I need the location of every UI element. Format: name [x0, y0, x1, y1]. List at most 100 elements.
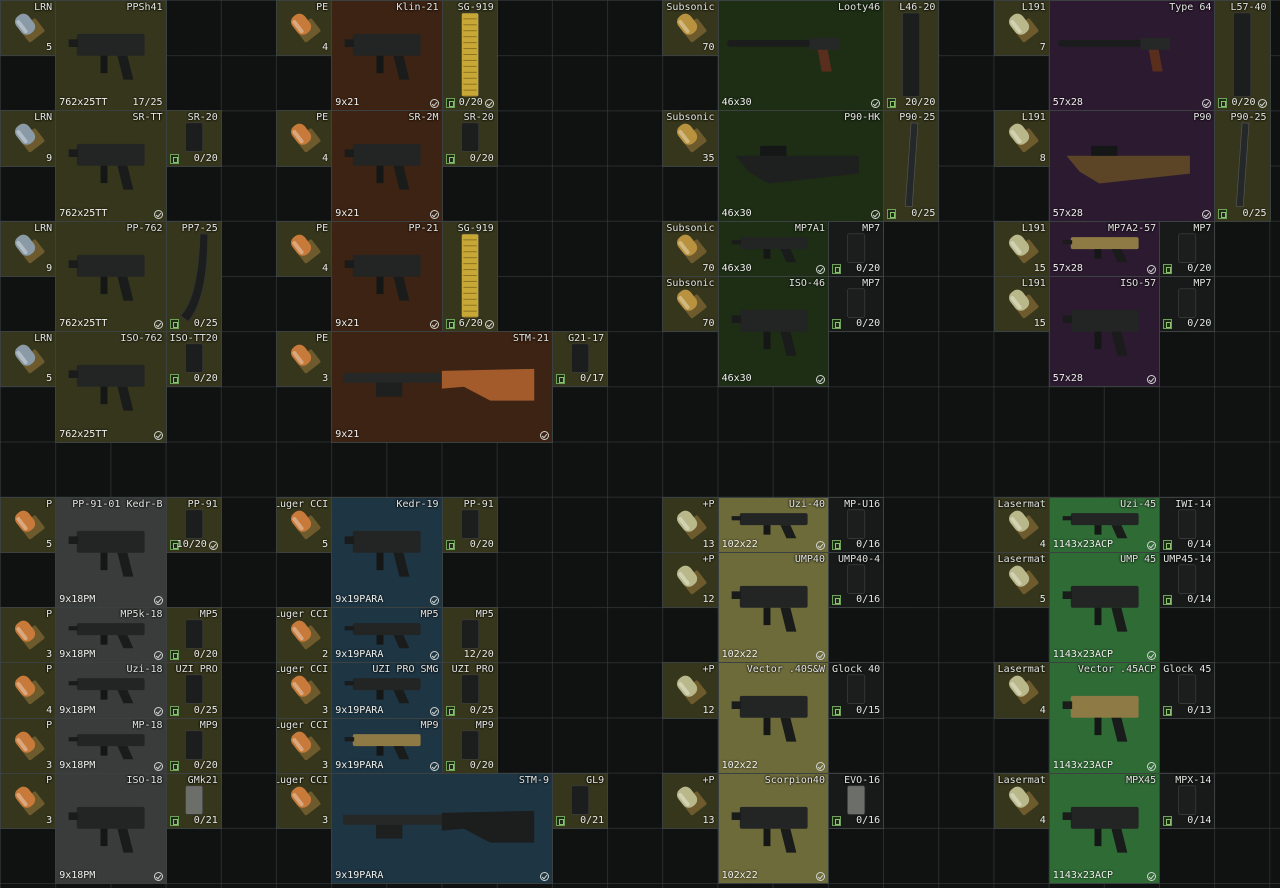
item-mp7a2-57[interactable]: MP7A2-57 57x28	[1048, 220, 1161, 277]
item-pp-91-01[interactable]: PP-91-01 Kedr-B 9x18PM	[55, 496, 167, 609]
item-pp7-25[interactable]: PP7-25 0/25	[165, 220, 222, 333]
item-vector-45[interactable]: Vector .45ACP 1143x23ACP	[1048, 662, 1161, 774]
item-sg-919-1[interactable]: SG-919 0/20	[441, 0, 498, 112]
item-lasermat-1[interactable]: Lasermat 4	[993, 496, 1050, 553]
item-subsonic-1[interactable]: Subsonic 70	[662, 0, 719, 57]
item-mp7-3[interactable]: MP7 0/20	[828, 276, 885, 333]
item-l191-3[interactable]: L191 15	[993, 220, 1050, 277]
item-p90-25-1[interactable]: P90-25 0/25	[883, 110, 940, 222]
item-mp-18[interactable]: MP-18 9x18PM	[55, 717, 167, 774]
item-evo-16[interactable]: EVO-16 0/16	[828, 772, 885, 829]
item-lasermat-2[interactable]: Lasermat 5	[993, 552, 1050, 609]
item-iwi-14[interactable]: IWI-14 0/14	[1159, 496, 1216, 553]
item-mp7-4[interactable]: MP7 0/20	[1159, 276, 1216, 333]
item-plusp-2[interactable]: +P 12	[662, 552, 719, 609]
item-lrn-2[interactable]: LRN 9	[0, 110, 57, 167]
item-mp5-1[interactable]: MP5 0/20	[165, 607, 222, 664]
item-gmk21[interactable]: GMk21 0/21	[165, 772, 222, 829]
item-iso-57[interactable]: ISO-57 57x28	[1048, 276, 1161, 388]
item-uzi-pro-2[interactable]: UZI PRO 0/25	[441, 662, 498, 719]
item-l191-1[interactable]: L191 7	[993, 0, 1050, 57]
item-ppsh41[interactable]: PPSh41 762x25TT 17/25	[55, 0, 167, 112]
item-p-5[interactable]: P3	[0, 772, 57, 829]
item-mp5k-18[interactable]: MP5k-18 9x18PM	[55, 607, 167, 664]
item-pp-762[interactable]: PP-762 762x25TT	[55, 220, 167, 333]
item-ump45-14[interactable]: UMP45-14 0/14	[1159, 552, 1216, 609]
item-uzi-45[interactable]: Uzi-45 1143x23ACP	[1048, 496, 1161, 553]
item-iso-762[interactable]: ISO-762 762x25TT	[55, 331, 167, 443]
item-uzi-18[interactable]: Uzi-18 9x18PM	[55, 662, 167, 719]
item-mp7a1[interactable]: MP7A1 46x30	[717, 220, 829, 277]
item-sr-tt[interactable]: SR-TT 762x25TT	[55, 110, 167, 222]
item-luger-5[interactable]: Luger CCI 3	[276, 772, 333, 829]
item-pp-91-1[interactable]: PP-91 10/20	[165, 496, 222, 553]
item-p90-hk[interactable]: P90-HK 46x30	[717, 110, 885, 222]
item-mp5-2[interactable]: MP5 9x19PARA	[331, 607, 443, 664]
item-pp-91-2[interactable]: PP-91 0/20	[441, 496, 498, 553]
item-mp9-2[interactable]: MP9 9x19PARA	[331, 717, 443, 774]
item-uzi-pro-smg[interactable]: UZI PRO SMG 9x19PARA	[331, 662, 443, 719]
item-l46-20[interactable]: L46-20 20/20	[883, 0, 940, 112]
item-mp9-1[interactable]: MP9 0/20	[165, 717, 222, 774]
item-lrn-4[interactable]: LRN 5	[0, 331, 57, 388]
item-l191-2[interactable]: L191 8	[993, 110, 1050, 167]
item-mpx-14[interactable]: MPX-14 0/14	[1159, 772, 1216, 829]
item-luger-1[interactable]: Luger CCI 5	[276, 496, 333, 553]
item-plusp-1[interactable]: +P 13	[662, 496, 719, 553]
item-luger-3[interactable]: Luger CCI 3	[276, 662, 333, 719]
item-p-2[interactable]: P3	[0, 607, 57, 664]
item-sg-919-2[interactable]: SG-919 6/20	[441, 220, 498, 333]
item-pp-21[interactable]: PP-21 9x21	[331, 220, 443, 333]
item-ump45[interactable]: UMP 45 1143x23ACP	[1048, 552, 1161, 664]
item-type64[interactable]: Type 64 57x28	[1048, 0, 1216, 112]
item-p-4[interactable]: P3	[0, 717, 57, 774]
item-p-3[interactable]: P4	[0, 662, 57, 719]
item-pe-4[interactable]: PE 3	[276, 331, 333, 388]
item-luger-2[interactable]: Luger CCI 2	[276, 607, 333, 664]
item-iso-tt20[interactable]: ISO-TT20 0/20	[165, 331, 222, 388]
item-l191-4[interactable]: L191 15	[993, 276, 1050, 333]
item-pe-2[interactable]: PE 4	[276, 110, 333, 167]
item-iso-18[interactable]: ISO-18 9x18PM	[55, 772, 167, 885]
item-looty46[interactable]: Looty46 46x30	[717, 0, 885, 112]
item-p-1[interactable]: P5	[0, 496, 57, 553]
item-subsonic-2[interactable]: Subsonic 35	[662, 110, 719, 167]
item-sr-20-2[interactable]: SR-20 0/20	[441, 110, 498, 167]
item-lasermat-4[interactable]: Lasermat 4	[993, 772, 1050, 829]
item-ump40-4[interactable]: UMP40-4 0/16	[828, 552, 885, 609]
item-plusp-3[interactable]: +P 12	[662, 662, 719, 719]
item-lrn-1[interactable]: LRN 5	[0, 0, 57, 57]
item-g21-17[interactable]: G21-17 0/17	[552, 331, 609, 388]
item-ump40[interactable]: UMP40 102x22	[717, 552, 829, 664]
item-glock-40[interactable]: Glock 40 0/15	[828, 662, 885, 719]
item-mpx45[interactable]: MPX45 1143x23ACP	[1048, 772, 1161, 885]
item-scorpion40[interactable]: Scorpion40 102x22	[717, 772, 829, 885]
item-kedr-19[interactable]: Kedr-19 9x19PARA	[331, 496, 443, 609]
item-stm-9[interactable]: STM-9 9x19PARA	[331, 772, 553, 885]
item-sr-20-1[interactable]: SR-20 0/20	[165, 110, 222, 167]
item-mp7-2[interactable]: MP7 0/20	[1159, 220, 1216, 277]
item-uzi-40[interactable]: Uzi-40 102x22	[717, 496, 829, 553]
item-stm-21[interactable]: STM-21 9x21	[331, 331, 553, 443]
item-glock-45[interactable]: Glock 45 0/13	[1159, 662, 1216, 719]
item-mp9-3[interactable]: MP9 0/20	[441, 717, 498, 774]
item-pe-1[interactable]: PE 4	[276, 0, 333, 57]
item-mp-u16[interactable]: MP-U16 0/16	[828, 496, 885, 553]
item-gl9[interactable]: GL9 0/21	[552, 772, 609, 829]
item-lasermat-3[interactable]: Lasermat 4	[993, 662, 1050, 719]
item-klin-21[interactable]: Klin-21 9x21	[331, 0, 443, 112]
item-p90[interactable]: P90 57x28	[1048, 110, 1216, 222]
item-luger-4[interactable]: Luger CCI 3	[276, 717, 333, 774]
item-mp7-1[interactable]: MP7 0/20	[828, 220, 885, 277]
item-subsonic-4[interactable]: Subsonic 70	[662, 276, 719, 333]
item-sr-2m[interactable]: SR-2M 9x21	[331, 110, 443, 222]
item-plusp-4[interactable]: +P 13	[662, 772, 719, 829]
item-p90-25-2[interactable]: P90-25 0/25	[1214, 110, 1271, 222]
item-mp5-3[interactable]: MP5 12/20	[441, 607, 498, 664]
item-pe-3[interactable]: PE 4	[276, 220, 333, 277]
item-uzi-pro-1[interactable]: UZI PRO 0/25	[165, 662, 222, 719]
item-subsonic-3[interactable]: Subsonic 70	[662, 220, 719, 277]
item-l57-40[interactable]: L57-40 0/20	[1214, 0, 1271, 112]
item-iso-46[interactable]: ISO-46 46x30	[717, 276, 829, 388]
item-vector-40[interactable]: Vector .40S&W 102x22	[717, 662, 829, 774]
